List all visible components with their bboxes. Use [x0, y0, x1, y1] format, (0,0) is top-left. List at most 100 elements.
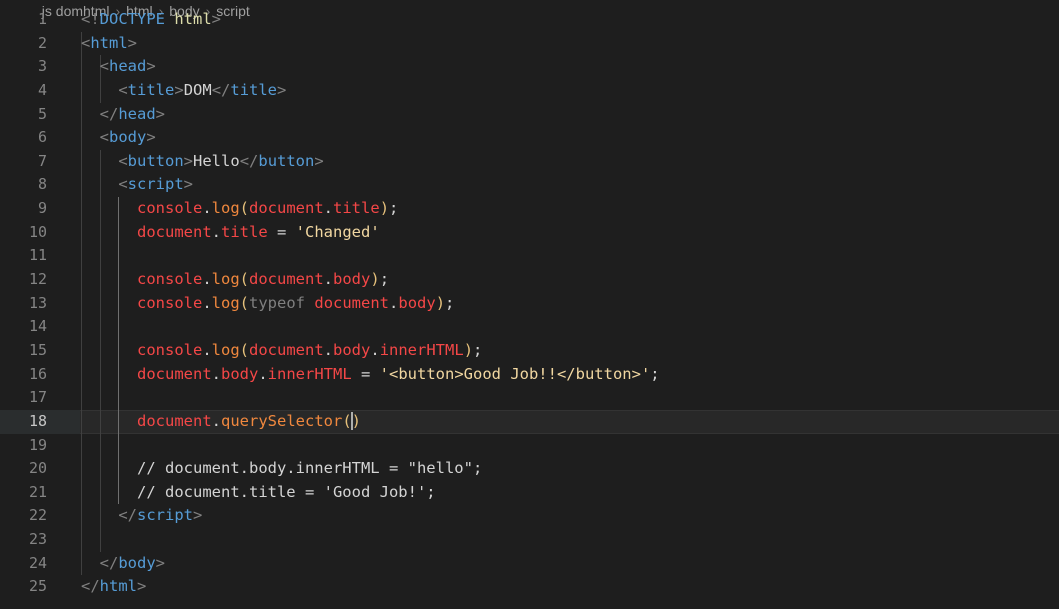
code-text[interactable]: // document.body.innerHTML = "hello"; [81, 457, 482, 481]
code-token: . [211, 364, 221, 383]
line-number[interactable]: 3 [0, 55, 47, 79]
line-number[interactable]: 6 [0, 126, 47, 150]
line-number[interactable]: 20 [0, 457, 47, 481]
code-line[interactable]: 15 console.log(document.body.innerHTML); [0, 338, 1059, 363]
line-number[interactable]: 18 [0, 410, 47, 434]
line-number[interactable]: 5 [0, 103, 47, 127]
line-number[interactable]: 23 [0, 528, 47, 552]
line-number[interactable]: 17 [0, 386, 47, 410]
code-line[interactable]: 7 <button>Hello</button> [0, 149, 1059, 174]
code-editor[interactable]: 1 <!DOCTYPE html> 2 <html> 3 <head> 4 <title>… [0, 8, 1059, 599]
code-token: document [249, 270, 324, 289]
line-number[interactable]: 4 [0, 79, 47, 103]
code-line[interactable]: 13 console.log(typeof document.body); [0, 291, 1059, 316]
code-text[interactable]: console.log(typeof document.body); [81, 292, 454, 316]
code-token: </ [99, 553, 119, 572]
code-text[interactable]: console.log(document.body); [81, 268, 389, 292]
code-text[interactable]: <button>Hello</button> [81, 150, 323, 174]
code-line[interactable]: 8 <script> [0, 173, 1059, 198]
code-line[interactable]: 5 </head> [0, 102, 1059, 127]
line-number[interactable]: 15 [0, 339, 47, 363]
code-token: innerHTML [267, 364, 352, 383]
line-number[interactable]: 7 [0, 150, 47, 174]
line-number[interactable]: 1 [0, 8, 47, 32]
line-number[interactable]: 13 [0, 292, 47, 316]
code-text[interactable]: document.body.innerHTML = '<button>Good … [81, 363, 660, 387]
code-line[interactable]: 12 console.log(document.body); [0, 268, 1059, 292]
code-line[interactable]: 6 <body> [0, 126, 1059, 150]
code-line[interactable]: 24 </body> [0, 551, 1059, 576]
code-line[interactable]: 17 [0, 386, 1059, 410]
code-line[interactable]: 20 // document.body.innerHTML = "hello"; [0, 457, 1059, 481]
code-token: </ [239, 151, 259, 170]
code-line[interactable]: 1 <!DOCTYPE html> [0, 8, 1059, 32]
code-text[interactable]: <script> [81, 173, 193, 197]
code-token: = [351, 364, 380, 383]
line-number[interactable]: 25 [0, 575, 47, 599]
code-text[interactable]: document.querySelector() [81, 410, 361, 434]
code-token: log [211, 293, 240, 312]
code-line[interactable]: 16 document.body.innerHTML = '<button>Go… [0, 362, 1059, 387]
line-number[interactable]: 12 [0, 268, 47, 292]
code-line[interactable]: 3 <head> [0, 55, 1059, 79]
code-text[interactable]: <title>DOM</title> [81, 79, 286, 103]
indent-guide [81, 433, 82, 458]
code-line[interactable]: 4 <title>DOM</title> [0, 78, 1059, 103]
code-token: > [146, 128, 156, 147]
code-text[interactable]: </head> [81, 103, 165, 127]
indent-guide [81, 528, 82, 552]
code-line[interactable]: 21 // document.title = 'Good Job!'; [0, 480, 1059, 505]
code-text[interactable]: console.log(document.body.innerHTML); [81, 339, 482, 363]
code-text[interactable]: </body> [81, 552, 165, 576]
code-text[interactable]: </script> [81, 504, 202, 528]
code-line[interactable]: 19 [0, 433, 1059, 458]
line-number[interactable]: 22 [0, 504, 47, 528]
code-line[interactable]: 25 </html> [0, 575, 1059, 599]
code-text[interactable]: console.log(document.title); [81, 197, 398, 221]
code-token: = [267, 222, 296, 241]
code-line[interactable]: 9 console.log(document.title); [0, 197, 1059, 221]
code-token: <! [81, 10, 100, 28]
code-token: > [155, 104, 166, 123]
code-text[interactable]: <html> [81, 32, 137, 56]
code-token: body [333, 270, 371, 289]
code-line[interactable]: 22 </script> [0, 504, 1059, 529]
code-token: body [398, 293, 436, 312]
line-number[interactable]: 9 [0, 197, 47, 221]
code-token: DOM [183, 80, 212, 99]
line-number[interactable]: 2 [0, 32, 47, 56]
code-line[interactable]: 23 [0, 528, 1059, 552]
code-line[interactable]: 2 <html> [0, 31, 1059, 56]
code-text[interactable]: </html> [81, 575, 146, 599]
code-text[interactable]: // document.title = 'Good Job!'; [81, 481, 436, 505]
line-number[interactable]: 14 [0, 315, 47, 339]
indent-guide [99, 433, 101, 458]
code-text[interactable]: <body> [81, 126, 156, 150]
code-line[interactable]: 18 document.querySelector() [0, 409, 1059, 434]
line-number[interactable]: 19 [0, 434, 47, 458]
line-number[interactable]: 24 [0, 552, 47, 576]
line-number[interactable]: 21 [0, 481, 47, 505]
code-token: < [99, 128, 110, 147]
code-token: button [127, 151, 184, 170]
line-number[interactable]: 11 [0, 244, 47, 268]
breadcrumb[interactable]: js domhtml › html › body › script [34, 0, 250, 19]
line-number[interactable]: 8 [0, 173, 47, 197]
code-text[interactable]: document.title = 'Changed' [81, 221, 380, 245]
code-token: </ [99, 104, 119, 123]
code-line[interactable]: 10 document.title = 'Changed' [0, 220, 1059, 245]
code-text[interactable]: <!DOCTYPE html> [81, 8, 221, 32]
line-number[interactable]: 10 [0, 221, 47, 245]
code-token: > [146, 57, 156, 76]
code-text[interactable]: <head> [81, 55, 156, 79]
code-token: innerHTML [379, 340, 464, 359]
code-token: head [109, 57, 147, 76]
indent-guide [99, 315, 101, 339]
code-token: body [221, 364, 259, 383]
code-line[interactable]: 11 [0, 244, 1059, 269]
line-number[interactable]: 16 [0, 363, 47, 387]
code-line[interactable]: 14 [0, 315, 1059, 339]
code-token: script [127, 175, 184, 194]
